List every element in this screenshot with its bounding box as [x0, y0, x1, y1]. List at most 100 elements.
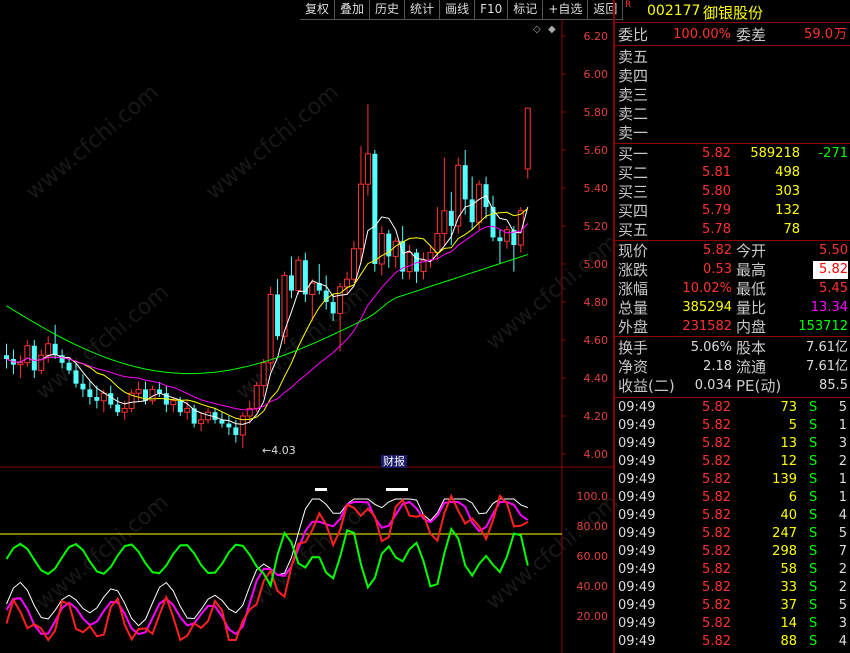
fundamental-label: 股本: [736, 339, 767, 357]
quote-label: 量比: [736, 299, 767, 317]
indicator-white-line: [6, 498, 528, 627]
signal-marker: [315, 488, 327, 491]
candle: [364, 104, 371, 196]
indicator-tick-label: 60.00: [576, 550, 609, 563]
settings-diamond-icon[interactable]: ◇: [533, 24, 541, 35]
tick-row: 09:49 5.82 5 S 1: [615, 417, 850, 435]
kline-chart[interactable]: [0, 20, 613, 653]
stock-terminal: www.cfchi.com www.cfchi.com www.cfchi.co…: [0, 0, 850, 653]
f10-button[interactable]: F10: [475, 0, 509, 20]
sell-level-label: 卖四: [618, 67, 649, 85]
buy-level-label: 买五: [618, 221, 649, 239]
tick-count: 5: [838, 400, 847, 415]
candle: [372, 150, 378, 272]
fundamental-value: 7.61亿: [806, 359, 848, 374]
low-price-label: ←4.03: [262, 444, 296, 457]
tick-count: 4: [838, 508, 847, 523]
tick-side: S: [809, 490, 818, 505]
indicator-axis: 100.0 80.00 60.00 40.00 20.00: [562, 470, 610, 653]
tick-side: S: [809, 616, 818, 631]
quote-row: 总量 385294 量比 13.34: [615, 299, 850, 317]
tick-volume: 247: [772, 526, 797, 541]
candle: [497, 229, 503, 264]
financial-report-marker[interactable]: 财报: [381, 455, 407, 468]
sell-row-4: 卖四: [615, 67, 850, 85]
candle: [309, 279, 316, 321]
candle: [226, 416, 232, 435]
history-button[interactable]: 历史: [370, 0, 406, 20]
candle: [490, 195, 496, 242]
statistics-button[interactable]: 统计: [405, 0, 441, 20]
tick-time: 09:49: [618, 544, 656, 559]
tick-side: S: [809, 454, 818, 469]
sell-row-1: 卖一: [615, 124, 850, 142]
sell-row-3: 卖三: [615, 86, 850, 104]
tick-row: 09:49 5.82 37 S 5: [615, 597, 850, 615]
quote-label: 现价: [618, 242, 649, 260]
weibi-label: 委比: [618, 26, 649, 44]
candle: [260, 359, 267, 397]
candle: [31, 340, 37, 378]
candle: [73, 362, 79, 388]
add-watchlist-button[interactable]: +自选: [543, 0, 589, 20]
candle: [330, 294, 336, 321]
tick-side: S: [809, 544, 818, 559]
candle: [239, 412, 246, 449]
quote-value: 0.53: [703, 262, 732, 277]
tick-time: 09:49: [618, 472, 656, 487]
mark-button[interactable]: 标记: [508, 0, 544, 20]
quote-value: 5.45: [819, 281, 848, 296]
tick-volume: 5: [788, 418, 797, 433]
price-tick-label: 5.20: [583, 220, 609, 233]
tick-side: S: [809, 580, 818, 595]
tick-price: 5.82: [702, 580, 731, 595]
price-tick-label: 4.40: [583, 372, 609, 385]
fuquan-button[interactable]: 复权: [300, 0, 336, 20]
buy-change: -271: [818, 146, 848, 161]
tick-price: 5.82: [702, 472, 731, 487]
tick-price: 5.82: [702, 400, 731, 415]
quote-label: 总量: [618, 299, 649, 317]
fundamental-label: 流通: [736, 358, 767, 376]
candle: [87, 381, 93, 405]
fundamental-row: 净资 2.18 流通 7.61亿: [615, 358, 850, 376]
quote-label: 最低: [736, 280, 767, 298]
overlay-button[interactable]: 叠加: [335, 0, 371, 20]
tick-volume: 58: [780, 562, 797, 577]
tick-price: 5.82: [702, 634, 731, 649]
candle: [414, 248, 420, 283]
sell-row-5: 卖五: [615, 48, 850, 66]
tick-side: S: [809, 598, 818, 613]
quote-value: 385294: [682, 300, 732, 315]
buy-volume: 78: [783, 222, 800, 237]
sell-level-label: 卖一: [618, 124, 649, 142]
tick-row: 09:49 5.82 58 S 2: [615, 561, 850, 579]
fundamental-value: 5.06%: [690, 340, 732, 355]
buy-volume: 303: [775, 184, 800, 199]
tick-side: S: [809, 418, 818, 433]
indicator-tick-label: 20.00: [576, 610, 609, 623]
tick-time: 09:49: [618, 634, 656, 649]
quote-value: 5.82: [813, 261, 848, 279]
tick-count: 1: [838, 418, 847, 433]
candle: [24, 340, 31, 367]
tick-time: 09:49: [618, 580, 656, 595]
tick-price: 5.82: [702, 418, 731, 433]
draw-line-button[interactable]: 画线: [440, 0, 476, 20]
candle: [392, 237, 399, 268]
scroll-arrow-icon[interactable]: ◆: [548, 24, 556, 35]
price-tick-label: 5.00: [583, 258, 609, 271]
quote-label: 内盘: [736, 318, 767, 336]
tick-volume: 88: [780, 634, 797, 649]
candle: [288, 256, 294, 299]
indicator-tick-label: 40.00: [576, 580, 609, 593]
divider: [615, 336, 850, 337]
tick-volume: 139: [772, 472, 797, 487]
weibi-value: 100.00%: [673, 27, 731, 42]
tick-volume: 73: [780, 400, 797, 415]
buy-row-4: 买四 5.79 132: [615, 202, 850, 220]
buy-level-label: 买四: [618, 202, 649, 220]
candle: [462, 150, 468, 215]
tick-side: S: [809, 508, 818, 523]
candle: [66, 359, 72, 375]
